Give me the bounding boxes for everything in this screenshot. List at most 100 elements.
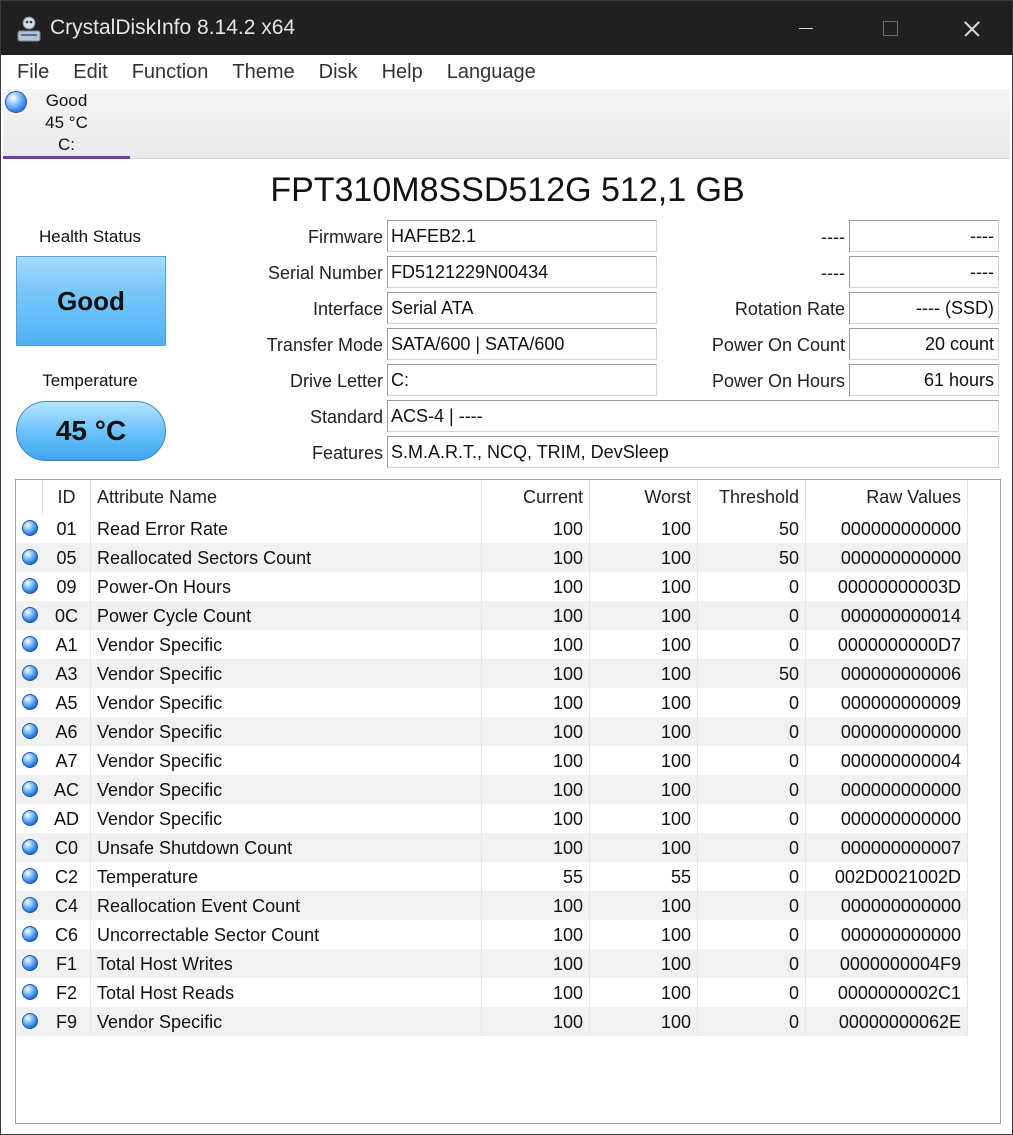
menu-help[interactable]: Help <box>382 61 423 84</box>
header-worst[interactable]: Worst <box>590 480 698 514</box>
interface-value: Serial ATA <box>387 292 657 324</box>
cell-attribute-name: Read Error Rate <box>91 514 482 543</box>
cell-worst: 100 <box>590 833 698 862</box>
table-row[interactable]: 05 Reallocated Sectors Count 100 100 50 00000… <box>16 543 968 572</box>
menu-language[interactable]: Language <box>447 61 536 84</box>
health-status-button[interactable]: Good <box>16 256 166 346</box>
table-row[interactable]: C0 Unsafe Shutdown Count 100 100 0 0000000000… <box>16 833 968 862</box>
cell-worst: 100 <box>590 572 698 601</box>
table-row[interactable]: 09 Power-On Hours 100 100 0 00000000003D <box>16 572 968 601</box>
cell-current: 100 <box>482 804 590 833</box>
cell-id: 0C <box>43 601 91 630</box>
cell-current: 100 <box>482 891 590 920</box>
cell-raw-values: 0000000004F9 <box>806 949 968 978</box>
cell-attribute-name: Total Host Reads <box>91 978 482 1007</box>
cell-raw-values: 000000000014 <box>806 601 968 630</box>
cell-id: 01 <box>43 514 91 543</box>
header-raw-values[interactable]: Raw Values <box>806 480 968 514</box>
status-good-dot-icon <box>22 752 38 768</box>
table-row[interactable]: 01 Read Error Rate 100 100 50 000000000000 <box>16 514 968 543</box>
menu-disk[interactable]: Disk <box>319 61 358 84</box>
menu-edit[interactable]: Edit <box>73 61 107 84</box>
cell-worst: 100 <box>590 920 698 949</box>
table-row[interactable]: F9 Vendor Specific 100 100 0 00000000062E <box>16 1007 968 1036</box>
cell-worst: 55 <box>590 862 698 891</box>
cell-current: 100 <box>482 717 590 746</box>
header-current[interactable]: Current <box>482 480 590 514</box>
table-row[interactable]: F2 Total Host Reads 100 100 0 0000000002C1 <box>16 978 968 1007</box>
cell-threshold: 0 <box>698 688 806 717</box>
menu-function[interactable]: Function <box>132 61 209 84</box>
cell-current: 100 <box>482 833 590 862</box>
close-button[interactable] <box>943 1 999 55</box>
table-row[interactable]: C4 Reallocation Event Count 100 100 0 0000000… <box>16 891 968 920</box>
cell-threshold: 0 <box>698 717 806 746</box>
status-good-dot-icon <box>22 520 38 536</box>
cell-current: 100 <box>482 978 590 1007</box>
smart-attribute-table[interactable]: ID Attribute Name Current Worst Threshol… <box>15 479 1001 1124</box>
cell-raw-values: 000000000000 <box>806 717 968 746</box>
standard-label: Standard <box>309 407 383 427</box>
cell-threshold: 0 <box>698 601 806 630</box>
table-row[interactable]: A6 Vendor Specific 100 100 0 000000000000 <box>16 717 968 746</box>
transfer-mode-value: SATA/600 | SATA/600 <box>387 328 657 360</box>
table-row[interactable]: A5 Vendor Specific 100 100 0 000000000009 <box>16 688 968 717</box>
cell-threshold: 0 <box>698 804 806 833</box>
header-status <box>16 480 43 514</box>
status-good-dot-icon <box>22 955 38 971</box>
cell-threshold: 50 <box>698 514 806 543</box>
drive-letter-value: C: <box>387 364 657 396</box>
temperature-button[interactable]: 45 °C <box>16 401 166 461</box>
cell-raw-values: 0000000002C1 <box>806 978 968 1007</box>
cell-threshold: 0 <box>698 891 806 920</box>
cell-attribute-name: Power-On Hours <box>91 572 482 601</box>
status-good-dot-icon <box>22 636 38 652</box>
features-value: S.M.A.R.T., NCQ, TRIM, DevSleep <box>387 436 999 468</box>
drive-tab-c[interactable]: Good 45 °C C: <box>3 89 130 159</box>
cell-threshold: 0 <box>698 775 806 804</box>
table-row[interactable]: A7 Vendor Specific 100 100 0 000000000004 <box>16 746 968 775</box>
unknown-value-1: ---- <box>849 220 999 252</box>
drive-tab-status: Good <box>45 91 88 110</box>
cell-raw-values: 002D0021002D <box>806 862 968 891</box>
cell-worst: 100 <box>590 804 698 833</box>
minimize-button[interactable] <box>777 1 833 55</box>
table-row[interactable]: AD Vendor Specific 100 100 0 000000000000 <box>16 804 968 833</box>
table-row[interactable]: 0C Power Cycle Count 100 100 0 000000000014 <box>16 601 968 630</box>
features-label: Features <box>311 443 383 463</box>
cell-raw-values: 00000000062E <box>806 1007 968 1036</box>
cell-attribute-name: Reallocation Event Count <box>91 891 482 920</box>
cell-id: F2 <box>43 978 91 1007</box>
table-row[interactable]: A1 Vendor Specific 100 100 0 0000000000D7 <box>16 630 968 659</box>
cell-attribute-name: Vendor Specific <box>91 630 482 659</box>
cell-raw-values: 000000000000 <box>806 543 968 572</box>
rotation-rate-label: Rotation Rate <box>734 299 845 319</box>
health-status-label: Health Status <box>38 227 142 246</box>
table-row[interactable]: C2 Temperature 55 55 0 002D0021002D <box>16 862 968 891</box>
cell-id: 09 <box>43 572 91 601</box>
standard-value: ACS-4 | ---- <box>387 400 999 432</box>
cell-id: AC <box>43 775 91 804</box>
status-good-dot-icon <box>22 926 38 942</box>
cell-raw-values: 000000000000 <box>806 775 968 804</box>
title-bar[interactable]: CrystalDiskInfo 8.14.2 x64 <box>1 1 1012 55</box>
header-attribute-name[interactable]: Attribute Name <box>91 480 482 514</box>
maximize-button[interactable] <box>861 1 917 55</box>
cell-threshold: 0 <box>698 746 806 775</box>
menu-file[interactable]: File <box>17 61 49 84</box>
table-row[interactable]: AC Vendor Specific 100 100 0 000000000000 <box>16 775 968 804</box>
cell-worst: 100 <box>590 891 698 920</box>
header-threshold[interactable]: Threshold <box>698 480 806 514</box>
table-row[interactable]: A3 Vendor Specific 100 100 50 000000000006 <box>16 659 968 688</box>
table-row[interactable]: F1 Total Host Writes 100 100 0 0000000004F9 <box>16 949 968 978</box>
header-id[interactable]: ID <box>43 480 91 514</box>
table-header: ID Attribute Name Current Worst Threshol… <box>16 480 1000 514</box>
cell-attribute-name: Temperature <box>91 862 482 891</box>
status-good-dot-icon <box>22 549 38 565</box>
cell-threshold: 0 <box>698 630 806 659</box>
cell-id: 05 <box>43 543 91 572</box>
table-row[interactable]: C6 Uncorrectable Sector Count 100 100 0 00000… <box>16 920 968 949</box>
menu-theme[interactable]: Theme <box>232 61 294 84</box>
cell-worst: 100 <box>590 775 698 804</box>
cell-threshold: 0 <box>698 833 806 862</box>
